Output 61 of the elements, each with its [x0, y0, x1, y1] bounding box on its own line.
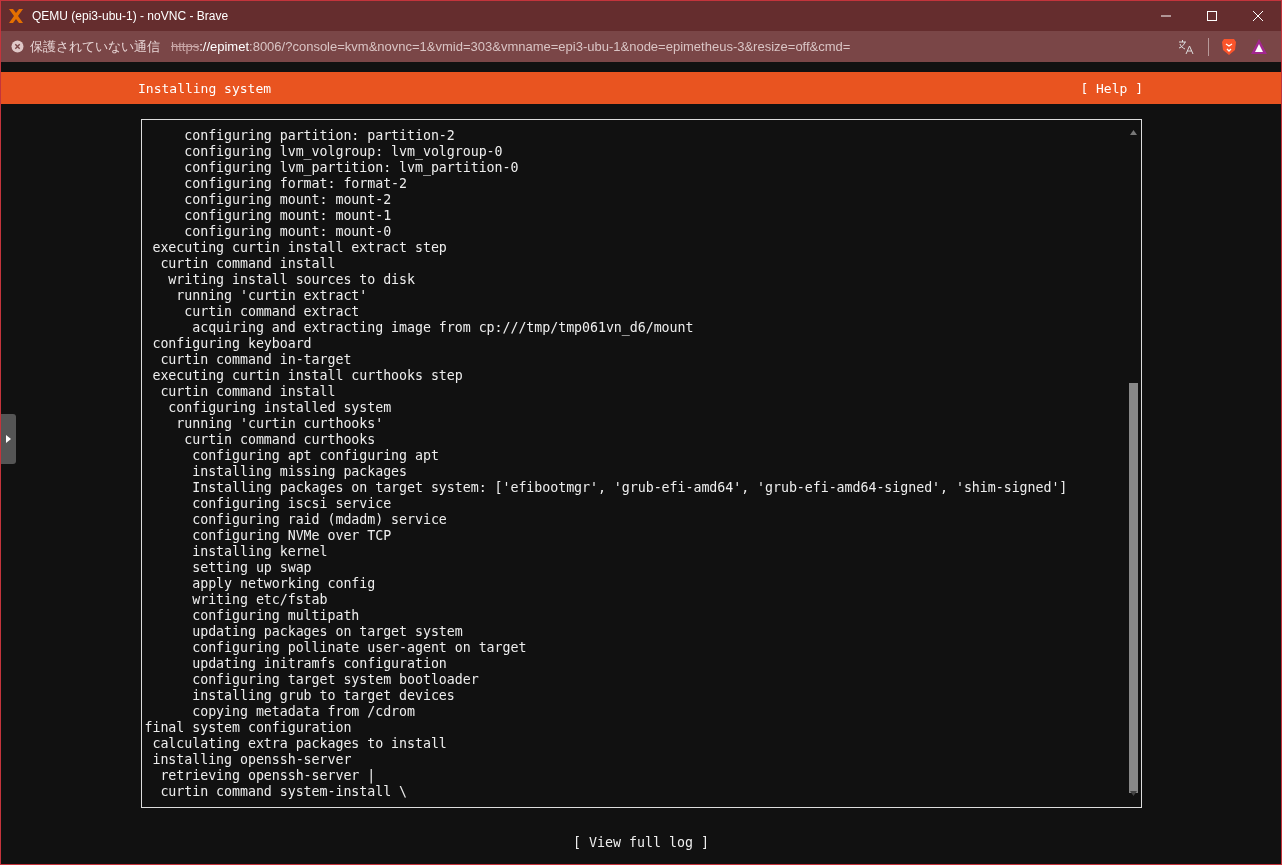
header-title: Installing system: [138, 80, 272, 96]
log-line: configuring lvm_partition: lvm_partition-0: [183, 160, 519, 176]
log-line: updating packages on target system: [191, 624, 463, 640]
window-title: QEMU (epi3-ubu-1) - noVNC - Brave: [32, 9, 230, 23]
scroll-down-icon[interactable]: [1128, 789, 1138, 798]
log-line: configuring target system bootloader: [191, 672, 479, 688]
translate-icon[interactable]: [1178, 38, 1194, 55]
log-line: configuring mount: mount-1: [183, 208, 392, 224]
log-line: curtin command system-install \: [159, 784, 408, 800]
log-line: curtin command install: [159, 256, 336, 272]
security-label[interactable]: 保護されていない通信: [30, 37, 160, 56]
log-line: updating initramfs configuration: [191, 656, 447, 672]
help-button[interactable]: [ Help ]: [1080, 80, 1143, 96]
log-line: configuring lvm_volgroup: lvm_volgroup-0: [183, 144, 503, 160]
log-line: configuring raid (mdadm) service: [191, 512, 447, 528]
log-line: curtin command curthooks: [183, 432, 376, 448]
sidebar-handle[interactable]: [1, 414, 16, 464]
log-line: apply networking config: [191, 576, 376, 592]
log-line: calculating extra packages to install: [151, 736, 447, 752]
log-line: installing openssh-server: [151, 752, 352, 768]
url-text[interactable]: https://epimet:8006/?console=kvm&novnc=1&vmid=303&vmname=epi3-ubu-1&node=epimetheus-3&resize=off&cmd=: [171, 39, 1178, 54]
log-line: installing grub to target devices: [191, 688, 455, 704]
log-line: installing kernel: [191, 544, 328, 560]
log-line: configuring NVMe over TCP: [191, 528, 392, 544]
view-log-button[interactable]: [ View full log ]: [572, 835, 710, 850]
log-line: curtin command in-target: [159, 352, 352, 368]
warning-icon: [11, 40, 24, 53]
log-line: configuring mount: mount-2: [183, 192, 392, 208]
log-line: configuring iscsi service: [191, 496, 392, 512]
log-line: final system configuration: [144, 720, 352, 736]
log-line: configuring format: format-2: [183, 176, 408, 192]
log-line: executing curtin install extract step: [151, 240, 447, 256]
log-line: curtin command extract: [183, 304, 360, 320]
log-line: configuring partition: partition-2: [183, 128, 455, 144]
lion-shield-icon[interactable]: [1221, 37, 1237, 56]
log-line: writing install sources to disk: [167, 272, 415, 288]
close-icon: [1253, 11, 1263, 21]
log-line: installing missing packages: [191, 464, 408, 480]
log-line: curtin command install: [159, 384, 336, 400]
log-line: executing curtin install curthooks step: [151, 368, 463, 384]
log-line: setting up swap: [191, 560, 312, 576]
log-line: retrieving openssh-server |: [159, 768, 376, 784]
log-line: configuring pollinate user-agent on target: [191, 640, 527, 656]
log-line: configuring installed system: [167, 400, 392, 416]
scroll-up-icon[interactable]: [1128, 128, 1138, 137]
log-line: copying metadata from /cdrom: [191, 704, 415, 720]
x-logo-icon: [8, 8, 24, 24]
scrollbar-thumb[interactable]: [1128, 383, 1138, 793]
log-line: configuring keyboard: [151, 336, 312, 352]
log-line: acquiring and extracting image from cp:///tmp/tmp061vn_d6/mount: [191, 320, 694, 336]
log-line: running 'curtin extract': [175, 288, 368, 304]
log-line: configuring apt configuring apt: [191, 448, 439, 464]
log-line: writing etc/fstab: [191, 592, 328, 608]
scrollbar[interactable]: [1128, 128, 1138, 798]
log-line: configuring mount: mount-0: [183, 224, 392, 240]
caret-icon: [6, 435, 11, 443]
log-line: Installing packages on target system: ['efibootmgr', 'grub-efi-amd64', 'grub-efi-amd64-signed', 'shim-signed']: [191, 480, 1068, 496]
triangle-icon[interactable]: [1251, 39, 1267, 54]
maximize-icon: [1207, 11, 1217, 21]
log-line: running 'curtin curthooks': [175, 416, 384, 432]
log-line: configuring multipath: [191, 608, 360, 624]
